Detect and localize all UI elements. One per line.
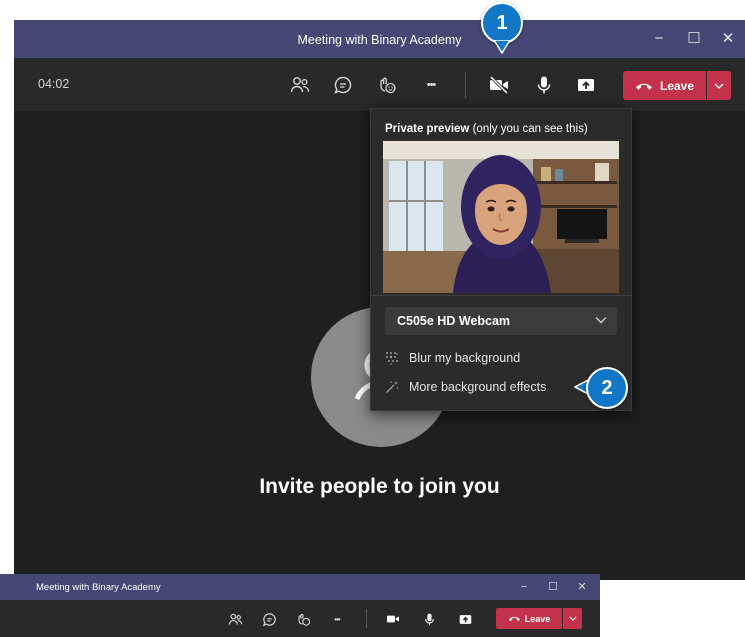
camera-icon (387, 615, 399, 623)
blur-background-label: Blur my background (409, 351, 521, 365)
second-toolbar-divider (366, 609, 367, 628)
callout-step-2: 2 (586, 367, 628, 409)
invite-message: Invite people to join you (259, 475, 500, 498)
private-preview-label: Private preview (only you can see this) (385, 123, 588, 135)
second-more-options-button[interactable]: ••• (328, 610, 346, 628)
second-leave-label: Leave (524, 613, 551, 624)
more-background-effects-option[interactable]: More background effects (385, 376, 546, 398)
second-controls-bar: ••• Leave (0, 600, 600, 637)
second-camera-button[interactable] (384, 610, 402, 628)
callout-step-1: 1 (481, 2, 523, 44)
webcam-preview-image (383, 141, 619, 293)
people-icon (290, 77, 310, 93)
title-bar: Meeting with Binary Academy − ☐ ✕ (14, 20, 745, 58)
second-leave-button[interactable]: Leave (496, 608, 562, 629)
people-icon (228, 613, 242, 625)
meeting-controls-bar: 04:02 ••• Leave (14, 58, 745, 111)
second-people-button[interactable] (226, 610, 244, 628)
second-microphone-button[interactable] (420, 610, 438, 628)
second-share-button[interactable] (456, 610, 474, 628)
camera-preview (383, 141, 619, 293)
minimize-button[interactable]: − (642, 20, 676, 58)
callout-step-1-pointer (493, 40, 511, 54)
microphone-icon (537, 76, 551, 94)
toolbar-divider (465, 72, 466, 98)
second-close-button[interactable]: ✕ (570, 574, 594, 600)
popup-divider (371, 295, 631, 296)
camera-device-value: C505e HD Webcam (397, 314, 511, 328)
hang-up-icon (635, 83, 652, 90)
second-meeting-window: Meeting with Binary Academy − ☐ ✕ ••• Le… (0, 574, 600, 637)
chat-icon (334, 76, 352, 94)
more-background-effects-label: More background effects (409, 380, 547, 394)
camera-toggle-button[interactable] (485, 71, 513, 99)
chat-button[interactable] (329, 71, 357, 99)
reactions-button[interactable] (373, 71, 401, 99)
close-window-button[interactable]: ✕ (711, 20, 745, 58)
microphone-button[interactable] (530, 71, 558, 99)
microphone-icon (424, 613, 434, 625)
hang-up-icon (508, 616, 520, 622)
blur-background-option[interactable]: Blur my background (385, 347, 520, 369)
reactions-icon (380, 77, 396, 94)
private-preview-title: Private preview (385, 123, 470, 135)
second-minimize-button[interactable]: − (512, 574, 536, 600)
call-timer: 04:02 (38, 77, 70, 91)
more-options-icon: ••• (426, 79, 437, 91)
share-screen-icon (459, 614, 471, 624)
second-reactions-button[interactable] (294, 610, 312, 628)
second-title-bar: Meeting with Binary Academy − ☐ ✕ (0, 574, 600, 600)
share-screen-icon (578, 79, 594, 91)
second-maximize-button[interactable]: ☐ (541, 574, 565, 600)
chevron-down-icon (714, 83, 724, 89)
window-title: Meeting with Binary Academy (297, 33, 462, 47)
second-leave-options-button[interactable] (563, 608, 582, 629)
chevron-down-icon (568, 616, 577, 621)
private-preview-note: (only you can see this) (472, 123, 588, 135)
camera-settings-popup: Private preview (only you can see this) (370, 108, 632, 411)
chat-icon (262, 612, 276, 626)
second-window-title: Meeting with Binary Academy (36, 582, 161, 593)
leave-button[interactable]: Leave (623, 71, 706, 100)
chevron-down-icon (595, 317, 607, 324)
more-options-button[interactable]: ••• (417, 71, 445, 99)
magic-wand-icon (386, 381, 399, 393)
more-options-icon: ••• (334, 614, 340, 624)
camera-off-icon (489, 76, 509, 94)
share-screen-button[interactable] (572, 71, 600, 99)
reactions-icon (297, 613, 310, 626)
teams-meeting-window: Meeting with Binary Academy − ☐ ✕ 04:02 … (14, 20, 745, 580)
leave-label: Leave (659, 78, 695, 93)
leave-options-button[interactable] (707, 71, 731, 100)
people-button[interactable] (286, 71, 314, 99)
second-chat-button[interactable] (260, 610, 278, 628)
maximize-button[interactable]: ☐ (677, 20, 711, 58)
camera-device-select[interactable]: C505e HD Webcam (385, 307, 617, 335)
blur-icon (386, 352, 398, 365)
